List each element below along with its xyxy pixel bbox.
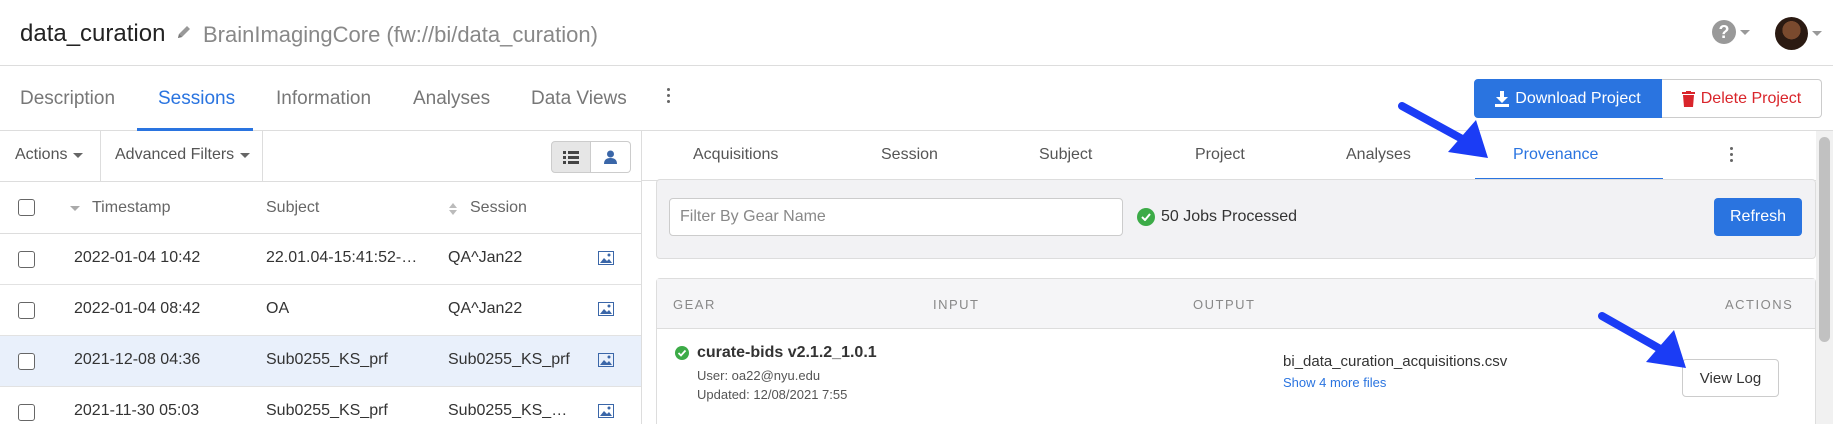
check-circle-icon [1137,208,1155,226]
row-checkbox[interactable] [18,404,35,421]
tab-session[interactable]: Session [881,146,938,164]
job-user: User: oa22@nyu.edu [697,368,821,383]
gear-name: curate-bids v2.1.2_1.0.1 [697,344,877,361]
chevron-down-icon [240,152,251,158]
actions-label: Actions [15,146,68,163]
column-input: INPUT [933,297,980,312]
pencil-icon[interactable] [176,24,192,42]
detail-tabs: Acquisitions Session Subject Project Ana… [642,131,1817,181]
row-session: Sub0255_KS_… [448,402,568,419]
top-header: data_curation BrainImagingCore (fw://bi/… [0,0,1833,66]
row-checkbox[interactable] [18,302,35,319]
table-row[interactable]: 2021-12-08 04:36 Sub0255_KS_prf Sub0255_… [0,336,641,387]
row-subject: OA [266,300,290,317]
help-menu[interactable]: ? [1712,20,1750,44]
select-all-checkbox[interactable] [18,199,35,216]
tab-information[interactable]: Information [276,88,371,110]
image-icon[interactable] [598,251,614,265]
toolbar-divider [262,131,263,182]
table-row[interactable]: 2021-11-30 05:03 Sub0255_KS_prf Sub0255_… [0,387,641,424]
sessions-panel: Actions Advanced Filters Timestamp Subje… [0,131,642,424]
user-menu[interactable] [1775,17,1822,50]
sessions-table-header: Timestamp Subject Session [0,182,641,234]
tab-project[interactable]: Project [1195,146,1245,164]
provenance-filter-bar: 50 Jobs Processed Refresh [656,179,1816,259]
row-session: QA^Jan22 [448,300,523,317]
output-file-link[interactable]: bi_data_curation_acquisitions.csv [1283,353,1507,370]
actions-dropdown[interactable]: Actions [15,146,84,164]
delete-project-label: Delete Project [1700,89,1802,107]
tab-acquisitions[interactable]: Acquisitions [693,146,778,164]
download-icon [1495,90,1510,107]
show-more-files-link[interactable]: Show 4 more files [1283,375,1386,390]
view-toggle [551,141,631,173]
trash-icon [1681,90,1695,107]
sort-desc-icon[interactable] [70,206,80,211]
avatar[interactable] [1775,17,1808,50]
annotation-arrow-icon [1598,312,1686,368]
help-icon[interactable]: ? [1712,20,1736,44]
list-view-button[interactable] [551,141,591,173]
chevron-down-icon [1740,29,1750,35]
row-subject: Sub0255_KS_prf [266,402,388,419]
column-actions: ACTIONS [1725,297,1794,312]
job-updated: Updated: 12/08/2021 7:55 [697,387,848,402]
project-title: data_curation [20,20,166,47]
subject-view-button[interactable] [591,141,631,173]
sort-icon[interactable] [448,203,458,215]
column-gear: GEAR [673,297,716,312]
gear-name-filter-input[interactable] [669,198,1123,236]
project-path: BrainImagingCore (fw://bi/data_curation) [203,22,598,47]
advanced-filters-dropdown[interactable]: Advanced Filters [115,146,251,164]
tab-analyses[interactable]: Analyses [413,88,490,110]
session-detail-panel: Acquisitions Session Subject Project Ana… [642,131,1833,424]
vertical-scrollbar[interactable] [1816,131,1833,424]
check-circle-icon [675,346,689,360]
column-output: OUTPUT [1193,297,1256,312]
column-session[interactable]: Session [470,199,527,217]
row-timestamp: 2022-01-04 08:42 [74,300,201,317]
tab-data-views[interactable]: Data Views [531,88,627,110]
advanced-filters-label: Advanced Filters [115,146,235,163]
refresh-button[interactable]: Refresh [1714,198,1802,236]
row-timestamp: 2021-11-30 05:03 [74,402,200,419]
more-tabs-kebab-icon[interactable] [1728,147,1734,162]
more-tabs-kebab-icon[interactable] [665,88,671,103]
row-checkbox[interactable] [18,251,35,268]
row-subject: Sub0255_KS_prf [266,351,388,368]
column-subject[interactable]: Subject [266,199,319,217]
image-icon[interactable] [598,302,614,316]
tab-description[interactable]: Description [20,88,115,110]
table-row[interactable]: 2022-01-04 10:42 22.01.04-15:41:52-… QA^… [0,234,641,285]
chevron-down-icon [73,152,84,158]
row-subject: 22.01.04-15:41:52-… [266,249,418,266]
row-timestamp: 2022-01-04 10:42 [74,249,201,266]
chevron-down-icon [1812,31,1822,36]
view-log-button[interactable]: View Log [1682,359,1779,397]
annotation-arrow-icon [1398,102,1488,158]
image-icon[interactable] [598,404,614,418]
jobs-processed-text: 50 Jobs Processed [1161,208,1298,225]
image-icon[interactable] [598,353,614,367]
tab-subject[interactable]: Subject [1039,146,1092,164]
download-project-button[interactable]: Download Project [1474,79,1662,118]
user-view-icon [604,150,617,164]
table-row[interactable]: 2022-01-04 08:42 OA QA^Jan22 [0,285,641,336]
sessions-toolbar: Actions Advanced Filters [0,131,641,182]
tab-provenance[interactable]: Provenance [1513,146,1598,164]
column-timestamp[interactable]: Timestamp [92,199,171,217]
download-project-label: Download Project [1515,89,1641,107]
row-session: Sub0255_KS_prf [448,351,570,368]
row-session: QA^Jan22 [448,249,523,266]
list-view-icon [563,150,579,164]
row-timestamp: 2021-12-08 04:36 [74,351,201,368]
delete-project-button[interactable]: Delete Project [1662,79,1822,118]
jobs-processed-status: 50 Jobs Processed [1137,208,1297,226]
row-checkbox[interactable] [18,353,35,370]
scrollbar-thumb[interactable] [1819,137,1830,342]
tab-sessions[interactable]: Sessions [158,88,235,110]
toolbar-divider [100,131,101,182]
